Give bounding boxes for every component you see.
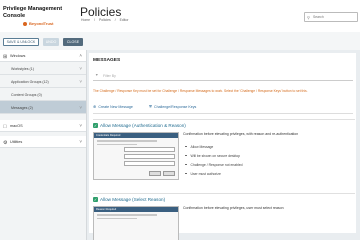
apple-icon:  [3, 124, 7, 130]
main-content: MESSAGES ▼ Filter By The Challenge / Res… [87, 50, 360, 240]
property-item: Will be shown on secure desktop [185, 151, 243, 160]
policy-tree-sidebar: ⊞ Windows ˄ Workstyles (1) ˅ Application… [0, 50, 87, 240]
panel-title: MESSAGES [93, 58, 121, 63]
breadcrumb-editor: Editor [119, 18, 129, 22]
logo-mark-icon [23, 21, 27, 26]
search-box[interactable]: ⚲ [304, 12, 358, 22]
page-title: Policies [80, 5, 122, 19]
check-icon: ✓ [93, 122, 98, 128]
chevron-down-icon[interactable]: ˅ [79, 105, 82, 110]
property-item: Challenge / Response not enabled [185, 160, 243, 169]
sidebar-item-label: Workstyles (1) [11, 66, 34, 71]
challenge-response-keys-label: Challenge/Response Keys [154, 104, 197, 109]
message-card[interactable]: ✓ Allow Message (Select Reason) Reason R… [93, 193, 355, 240]
close-button[interactable]: CLOSE [63, 38, 83, 46]
preview-text-line [97, 143, 137, 145]
sidebar-item-windows[interactable]: ⊞ Windows ˄ [0, 50, 86, 62]
divider [93, 113, 353, 114]
windows-icon: ⊞ [3, 53, 8, 60]
filter-bar[interactable]: ▼ Filter By [93, 71, 353, 81]
sidebar-item-label: Application Groups (12) [11, 79, 49, 84]
message-title[interactable]: Allow Message (Authentication & Reason) [100, 123, 186, 128]
sidebar-item-content-groups[interactable]: Content Groups (0) [0, 88, 86, 101]
message-title[interactable]: Allow Message (Select Reason) [100, 197, 165, 202]
messages-panel: MESSAGES ▼ Filter By The Challenge / Res… [89, 53, 356, 240]
message-preview-thumbnail[interactable]: Credentials Required [93, 132, 179, 180]
create-message-button[interactable]: ⊕ Create New Message [93, 104, 133, 109]
property-item: Allow Message [185, 142, 243, 151]
chevron-down-icon[interactable]: ˅ [79, 123, 82, 128]
breadcrumb: Home / Policies / Editor [81, 18, 129, 22]
preview-buttons [149, 170, 175, 176]
chevron-up-icon[interactable]: ˄ [79, 53, 82, 58]
search-icon: ⚲ [307, 14, 310, 20]
brand-title-line1: Privilege Management [3, 6, 63, 12]
property-item: User must authorize [185, 169, 243, 178]
filter-label: Filter By [103, 73, 116, 78]
message-description: Confirmation before elevating privileges… [183, 206, 284, 210]
beyondtrust-logo: BeyondTrust [23, 21, 63, 26]
message-header: ✓ Allow Message (Authentication & Reason… [93, 120, 186, 130]
logo-text: BeyondTrust [29, 21, 54, 26]
message-card[interactable]: ✓ Allow Message (Authentication & Reason… [93, 119, 355, 188]
sidebar-item-workstyles[interactable]: Workstyles (1) ˅ [0, 62, 86, 75]
breadcrumb-separator: / [94, 18, 95, 22]
message-description: Confirmation before elevating privileges… [183, 132, 299, 136]
brand-block[interactable]: Privilege Management Console BeyondTrust [3, 6, 63, 26]
sidebar-item-application-groups[interactable]: Application Groups (12) ˅ [0, 75, 86, 88]
preview-field [124, 154, 175, 159]
preview-text-line [97, 214, 157, 216]
filter-icon: ▼ [95, 73, 99, 77]
breadcrumb-policies[interactable]: Policies [99, 18, 111, 22]
save-unlock-button[interactable]: SAVE & UNLOCK [3, 38, 39, 46]
create-message-label: Create New Message [98, 104, 133, 109]
preview-field [124, 147, 175, 152]
message-preview-thumbnail[interactable]: Reason Required [93, 206, 179, 240]
sidebar-item-label: Messages (2) [11, 105, 33, 110]
sidebar-item-messages[interactable]: Messages (2) ˅ [0, 101, 86, 114]
sidebar-item-label: Content Groups (0) [11, 92, 42, 97]
chevron-down-icon[interactable]: ˅ [79, 139, 82, 144]
preview-text-line [97, 217, 137, 219]
preview-title-bar: Reason Required [94, 207, 178, 212]
brand-title-line2: Console [3, 13, 26, 19]
sidebar-item-label: Windows [10, 54, 26, 58]
plus-circle-icon: ⊕ [93, 104, 97, 109]
shield-icon: ⛨ [149, 104, 152, 109]
challenge-response-keys-button[interactable]: ⛨ Challenge/Response Keys [149, 104, 196, 109]
breadcrumb-home[interactable]: Home [81, 18, 90, 22]
chevron-down-icon[interactable]: ˅ [79, 79, 82, 84]
warning-message: The Challenge / Response Key must be set… [93, 89, 308, 93]
sidebar-item-utilities[interactable]: ⚙ Utilities ˅ [0, 136, 86, 148]
message-properties: Allow Message Will be shown on secure de… [185, 142, 243, 178]
message-header: ✓ Allow Message (Select Reason) [93, 194, 165, 204]
editor-toolbar: SAVE & UNLOCK UNDO CLOSE [0, 32, 360, 51]
preview-title-bar: Credentials Required [94, 133, 178, 138]
preview-field [124, 161, 175, 166]
gear-icon: ⚙ [3, 139, 8, 146]
sidebar-item-label: macOS [10, 124, 23, 128]
app-header: Privilege Management Console BeyondTrust… [0, 0, 360, 32]
sidebar-item-label: Utilities [10, 140, 23, 144]
preview-text-line [97, 140, 157, 142]
chevron-down-icon[interactable]: ˅ [79, 66, 82, 71]
search-input[interactable] [313, 13, 355, 21]
check-icon: ✓ [93, 196, 98, 202]
breadcrumb-separator: / [114, 18, 116, 22]
sidebar-item-macos[interactable]:  macOS ˅ [0, 120, 86, 132]
undo-button[interactable]: UNDO [43, 38, 59, 46]
